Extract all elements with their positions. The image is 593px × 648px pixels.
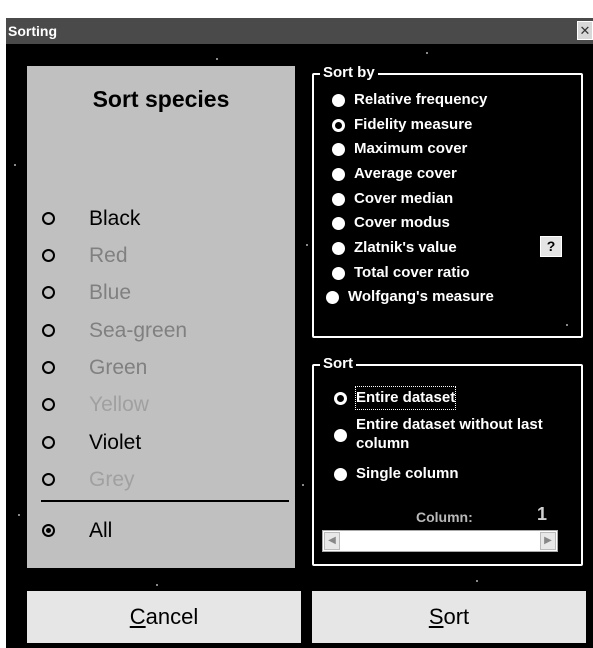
- species-label: Grey: [89, 468, 135, 491]
- star-decoration: [156, 584, 158, 586]
- cancel-label: ancel: [145, 604, 199, 629]
- species-divider: [41, 500, 289, 502]
- radio-icon[interactable]: [334, 429, 347, 442]
- species-option-red[interactable]: Red: [27, 241, 295, 271]
- sort-by-caption: Sort by: [320, 63, 378, 83]
- option-label: Fidelity measure: [354, 116, 473, 133]
- scroll-right-icon[interactable]: ▶: [540, 532, 556, 550]
- option-entire-dataset[interactable]: Entire dataset: [334, 386, 574, 411]
- option-label: Entire dataset without last column: [356, 416, 543, 452]
- option-label: Cover modus: [354, 214, 450, 231]
- species-option-grey[interactable]: Grey: [27, 465, 295, 495]
- sort-mnemonic: S: [428, 604, 444, 629]
- option-maximum-cover[interactable]: Maximum cover: [332, 138, 572, 162]
- sort-button[interactable]: Sort: [312, 591, 586, 643]
- option-label: Average cover: [354, 165, 457, 182]
- column-label: Column:: [416, 509, 473, 525]
- species-option-black[interactable]: Black: [27, 204, 295, 234]
- option-zlatniks-value[interactable]: Zlatnik's value: [332, 237, 522, 261]
- species-label: Green: [89, 356, 148, 379]
- cancel-button[interactable]: Cancel: [27, 591, 301, 643]
- radio-icon[interactable]: [332, 193, 345, 206]
- radio-icon[interactable]: [42, 436, 55, 449]
- option-label: Zlatnik's value: [354, 239, 457, 256]
- sorting-dialog: Sorting ✕ Sort species Black Red Blue Se…: [6, 18, 593, 648]
- close-button[interactable]: ✕: [577, 21, 593, 40]
- species-label: Yellow: [89, 393, 149, 416]
- option-cover-modus[interactable]: Cover modus: [332, 212, 572, 236]
- dialog-client-area: Sort species Black Red Blue Sea-green Gr…: [6, 44, 593, 648]
- option-label: Cover median: [354, 190, 454, 207]
- species-label: Black: [89, 207, 141, 230]
- radio-icon[interactable]: [42, 249, 55, 262]
- species-label: Blue: [89, 281, 132, 304]
- radio-icon[interactable]: [334, 468, 347, 481]
- species-option-yellow[interactable]: Yellow: [27, 390, 295, 420]
- option-label: Single column: [356, 465, 459, 482]
- radio-icon[interactable]: [332, 242, 345, 255]
- cancel-mnemonic: C: [129, 604, 146, 629]
- radio-icon[interactable]: [332, 94, 345, 107]
- option-label: Entire dataset: [354, 386, 457, 410]
- radio-icon[interactable]: [42, 398, 55, 411]
- option-fidelity-measure[interactable]: Fidelity measure: [332, 114, 572, 138]
- radio-icon[interactable]: [332, 168, 345, 181]
- option-label: Total cover ratio: [354, 264, 470, 281]
- species-option-green[interactable]: Green: [27, 353, 295, 383]
- star-decoration: [476, 580, 478, 582]
- star-decoration: [216, 58, 218, 60]
- scroll-left-icon[interactable]: ◀: [324, 532, 340, 550]
- species-label: Red: [89, 244, 128, 267]
- option-entire-dataset-without-last-column[interactable]: Entire dataset without last column: [334, 415, 574, 457]
- radio-icon[interactable]: [42, 212, 55, 225]
- option-label: Maximum cover: [354, 140, 468, 157]
- question-icon: ?: [546, 238, 556, 254]
- radio-icon[interactable]: [332, 217, 345, 230]
- radio-icon[interactable]: [332, 267, 345, 280]
- sort-caption: Sort: [320, 354, 356, 374]
- species-option-all[interactable]: All: [27, 516, 295, 546]
- species-label: Violet: [89, 431, 142, 454]
- sort-species-panel: Sort species Black Red Blue Sea-green Gr…: [27, 66, 295, 568]
- star-decoration: [306, 244, 308, 246]
- radio-icon[interactable]: [332, 143, 345, 156]
- radio-icon[interactable]: [326, 291, 339, 304]
- star-decoration: [14, 164, 16, 166]
- option-label: Wolfgang's measure: [348, 288, 494, 305]
- star-decoration: [426, 52, 428, 54]
- window-title: Sorting: [8, 23, 57, 39]
- radio-checked-icon[interactable]: [332, 119, 345, 132]
- radio-icon[interactable]: [42, 473, 55, 486]
- column-scrollbar[interactable]: ◀ ▶: [322, 530, 558, 552]
- option-label: Relative frequency: [354, 91, 488, 108]
- species-option-sea-green[interactable]: Sea-green: [27, 316, 295, 346]
- species-label: Sea-green: [89, 319, 188, 342]
- title-bar[interactable]: Sorting ✕: [6, 18, 593, 44]
- star-decoration: [302, 484, 304, 486]
- column-value: 1: [537, 504, 548, 524]
- option-wolfgangs-measure[interactable]: Wolfgang's measure: [326, 286, 576, 310]
- close-icon: ✕: [579, 23, 591, 38]
- option-cover-median[interactable]: Cover median: [332, 188, 572, 212]
- radio-icon[interactable]: [42, 324, 55, 337]
- radio-icon[interactable]: [42, 286, 55, 299]
- sort-group: Sort Entire dataset Entire dataset witho…: [312, 354, 583, 566]
- sort-by-group: Sort by Relative frequency Fidelity meas…: [312, 63, 583, 338]
- option-single-column[interactable]: Single column: [334, 463, 574, 487]
- species-option-violet[interactable]: Violet: [27, 428, 295, 458]
- radio-checked-icon[interactable]: [42, 524, 55, 537]
- radio-checked-icon[interactable]: [334, 392, 347, 405]
- species-option-blue[interactable]: Blue: [27, 278, 295, 308]
- option-total-cover-ratio[interactable]: Total cover ratio: [332, 262, 572, 286]
- sort-species-title: Sort species: [92, 86, 230, 112]
- species-label: All: [89, 519, 113, 542]
- option-relative-frequency[interactable]: Relative frequency: [332, 89, 572, 113]
- option-average-cover[interactable]: Average cover: [332, 163, 572, 187]
- sort-label: ort: [443, 604, 470, 629]
- radio-icon[interactable]: [42, 361, 55, 374]
- help-button[interactable]: ?: [540, 236, 562, 257]
- star-decoration: [18, 514, 20, 516]
